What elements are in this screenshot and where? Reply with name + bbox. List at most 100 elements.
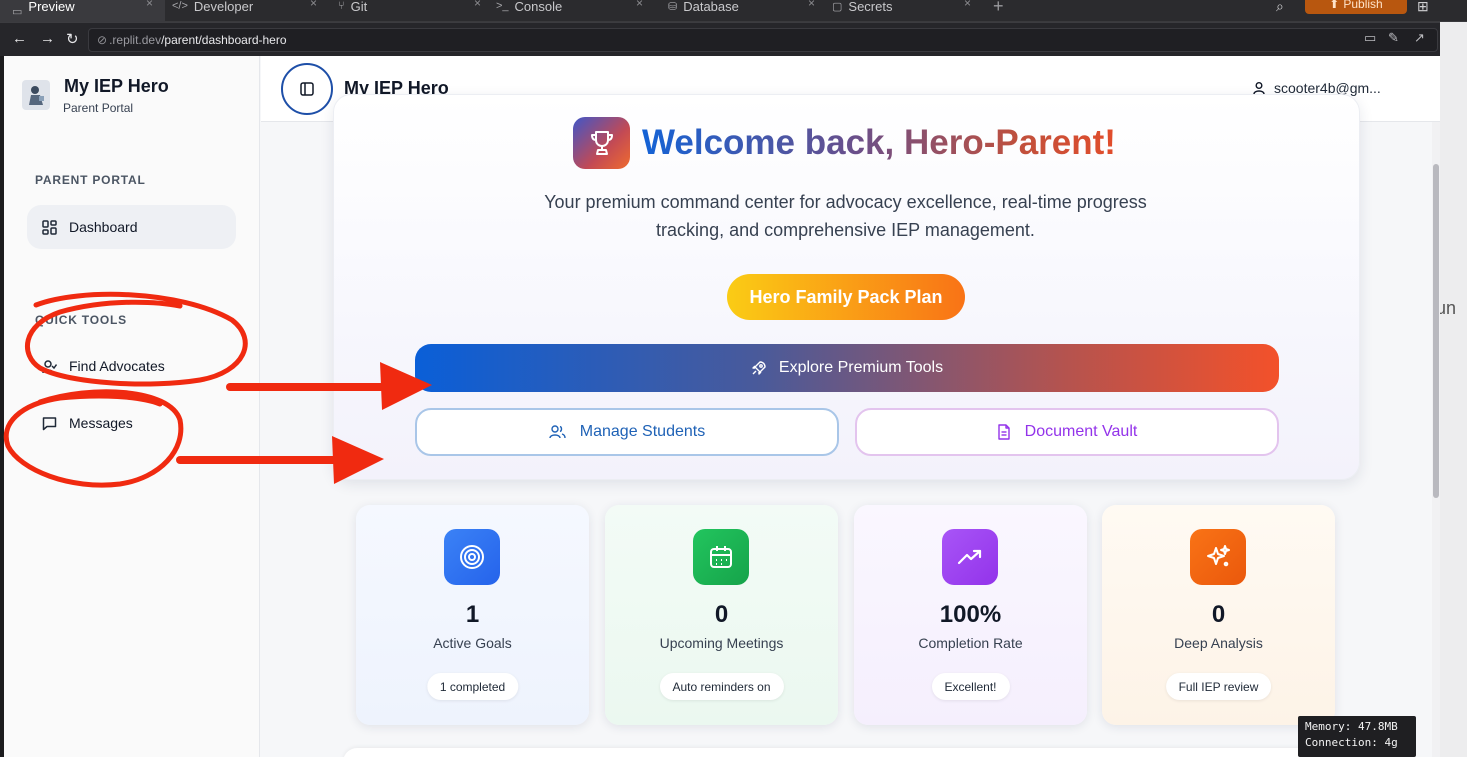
close-icon[interactable]: × bbox=[808, 0, 815, 10]
user-icon bbox=[1253, 82, 1265, 95]
lock-icon: ▢ bbox=[832, 0, 843, 13]
back-arrow-icon[interactable]: ← bbox=[12, 30, 27, 47]
welcome-heading: Welcome back, Hero-Parent! bbox=[642, 123, 1116, 162]
stat-label: Deep Analysis bbox=[1174, 635, 1263, 651]
users-icon bbox=[549, 425, 566, 439]
tab-label: Developer bbox=[193, 0, 254, 14]
ide-tab-bar: ▭ Preview × </> Developer × ⑂ Git × >_ C… bbox=[0, 0, 1467, 22]
tab-label: Secrets bbox=[848, 0, 893, 14]
search-icon[interactable]: ⌕ bbox=[1276, 0, 1284, 15]
message-square-icon bbox=[41, 415, 57, 431]
sidebar: My IEP Hero Parent Portal PARENT PORTAL … bbox=[4, 56, 260, 757]
stat-value: 0 bbox=[1211, 601, 1226, 628]
tab-label: Console bbox=[514, 0, 563, 14]
sidebar-item-label: Find Advocates bbox=[69, 358, 165, 374]
wrench-icon[interactable]: ✎ bbox=[1388, 30, 1399, 46]
next-section-card bbox=[343, 748, 1353, 757]
terminal-icon: >_ bbox=[496, 0, 509, 12]
brand-logo bbox=[22, 80, 50, 110]
sidebar-toggle-button[interactable] bbox=[281, 63, 333, 115]
close-icon[interactable]: × bbox=[964, 0, 971, 10]
close-icon[interactable]: × bbox=[146, 0, 153, 10]
tab-label: Database bbox=[683, 0, 739, 14]
monitor-icon: ▭ bbox=[12, 5, 23, 18]
rocket-icon bbox=[752, 361, 766, 375]
stat-pill: 1 completed bbox=[426, 673, 519, 700]
git-icon: ⑂ bbox=[338, 0, 345, 12]
scrollbar-thumb[interactable] bbox=[1433, 164, 1439, 498]
stat-label: Completion Rate bbox=[918, 635, 1023, 651]
manage-students-label: Manage Students bbox=[579, 423, 706, 440]
tab-label: Git bbox=[350, 0, 368, 14]
explore-label: Explore Premium Tools bbox=[778, 359, 944, 376]
connection-readout: Connection: 4g bbox=[1305, 736, 1398, 749]
hero-description: Your premium command center for advocacy… bbox=[544, 192, 1147, 240]
calendar-icon bbox=[693, 529, 749, 585]
publish-label: Publish bbox=[1343, 0, 1383, 11]
tab-git[interactable]: ⑂ Git × bbox=[338, 0, 486, 22]
welcome-hero-card: Welcome back, Hero-Parent! Your premium … bbox=[333, 94, 1360, 480]
app-viewport: My IEP Hero Parent Portal PARENT PORTAL … bbox=[4, 56, 1440, 757]
reload-icon[interactable]: ↻ bbox=[66, 30, 79, 48]
file-text-icon bbox=[997, 424, 1010, 440]
brand-subtitle: Parent Portal bbox=[63, 101, 134, 115]
debug-overlay: Memory: 47.8MB Connection: 4g bbox=[1298, 716, 1416, 757]
section-label-quick-tools: QUICK TOOLS bbox=[35, 313, 127, 327]
add-tab-icon[interactable]: + bbox=[993, 0, 1004, 17]
url-host: .replit.dev bbox=[109, 33, 162, 47]
devices-icon[interactable]: ▭ bbox=[1364, 30, 1376, 46]
sidebar-item-label: Messages bbox=[69, 415, 133, 431]
stat-card-completion-rate: 100% Completion Rate Excellent! bbox=[854, 505, 1087, 725]
manage-students-button[interactable]: Manage Students bbox=[415, 408, 839, 456]
url-path: /parent/dashboard-hero bbox=[161, 33, 287, 47]
publish-button[interactable]: ⬆ Publish bbox=[1305, 0, 1407, 14]
stat-card-deep-analysis: 0 Deep Analysis Full IEP review bbox=[1102, 505, 1335, 725]
sparkles-icon bbox=[1190, 529, 1246, 585]
code-icon: </> bbox=[172, 0, 188, 12]
close-icon[interactable]: × bbox=[474, 0, 481, 10]
plan-badge: Hero Family Pack Plan bbox=[727, 274, 965, 320]
sidebar-item-messages[interactable]: Messages bbox=[27, 401, 236, 445]
close-icon[interactable]: × bbox=[636, 0, 643, 10]
link-icon: ⊘ bbox=[97, 33, 108, 47]
clipped-text: un bbox=[1440, 298, 1457, 318]
stat-card-active-goals: 1 Active Goals 1 completed bbox=[356, 505, 589, 725]
sidebar-item-dashboard[interactable]: Dashboard bbox=[27, 205, 236, 249]
close-icon[interactable]: × bbox=[310, 0, 317, 10]
target-icon bbox=[444, 529, 500, 585]
trophy-icon bbox=[573, 117, 630, 169]
stat-pill: Full IEP review bbox=[1165, 673, 1272, 700]
layout-icon[interactable]: ⊞ bbox=[1417, 0, 1429, 15]
browser-toolbar: ← → ↻ ⊘ .replit.dev /parent/dashboard-he… bbox=[0, 22, 1440, 56]
forward-arrow-icon[interactable]: → bbox=[40, 30, 55, 47]
sidebar-item-find-advocates[interactable]: Find Advocates bbox=[27, 344, 236, 388]
document-vault-button[interactable]: Document Vault bbox=[855, 408, 1279, 456]
publish-icon: ⬆ bbox=[1329, 0, 1340, 11]
section-label-parent-portal: PARENT PORTAL bbox=[35, 173, 146, 187]
right-window-strip: un bbox=[1440, 22, 1467, 757]
memory-readout: Memory: 47.8MB bbox=[1305, 720, 1398, 733]
document-vault-label: Document Vault bbox=[1024, 423, 1138, 440]
brand-title: My IEP Hero bbox=[64, 76, 169, 96]
trending-up-icon bbox=[942, 529, 998, 585]
stat-label: Active Goals bbox=[433, 635, 512, 651]
tab-console[interactable]: >_ Console × bbox=[496, 0, 648, 22]
stat-value: 1 bbox=[465, 601, 480, 628]
tab-label: Preview bbox=[28, 0, 75, 14]
stat-label: Upcoming Meetings bbox=[659, 635, 784, 651]
url-input[interactable]: ⊘ .replit.dev /parent/dashboard-hero bbox=[88, 28, 1438, 52]
tab-developer[interactable]: </> Developer × bbox=[172, 0, 322, 22]
tab-preview[interactable]: ▭ Preview × bbox=[0, 0, 165, 22]
dashboard-grid-icon bbox=[41, 219, 57, 235]
explore-premium-tools-button[interactable]: Explore Premium Tools bbox=[415, 344, 1279, 392]
stat-value: 100% bbox=[939, 601, 1002, 628]
user-check-icon bbox=[41, 358, 57, 374]
tab-database[interactable]: ⛁ Database × bbox=[668, 0, 820, 22]
database-icon: ⛁ bbox=[668, 0, 678, 13]
panel-left-icon bbox=[300, 82, 314, 96]
stat-card-upcoming-meetings: 0 Upcoming Meetings Auto reminders on bbox=[605, 505, 838, 725]
open-external-icon[interactable]: ↗ bbox=[1414, 30, 1425, 46]
stat-pill: Auto reminders on bbox=[659, 673, 784, 700]
sidebar-item-label: Dashboard bbox=[69, 219, 138, 235]
tab-secrets[interactable]: ▢ Secrets × bbox=[832, 0, 982, 22]
